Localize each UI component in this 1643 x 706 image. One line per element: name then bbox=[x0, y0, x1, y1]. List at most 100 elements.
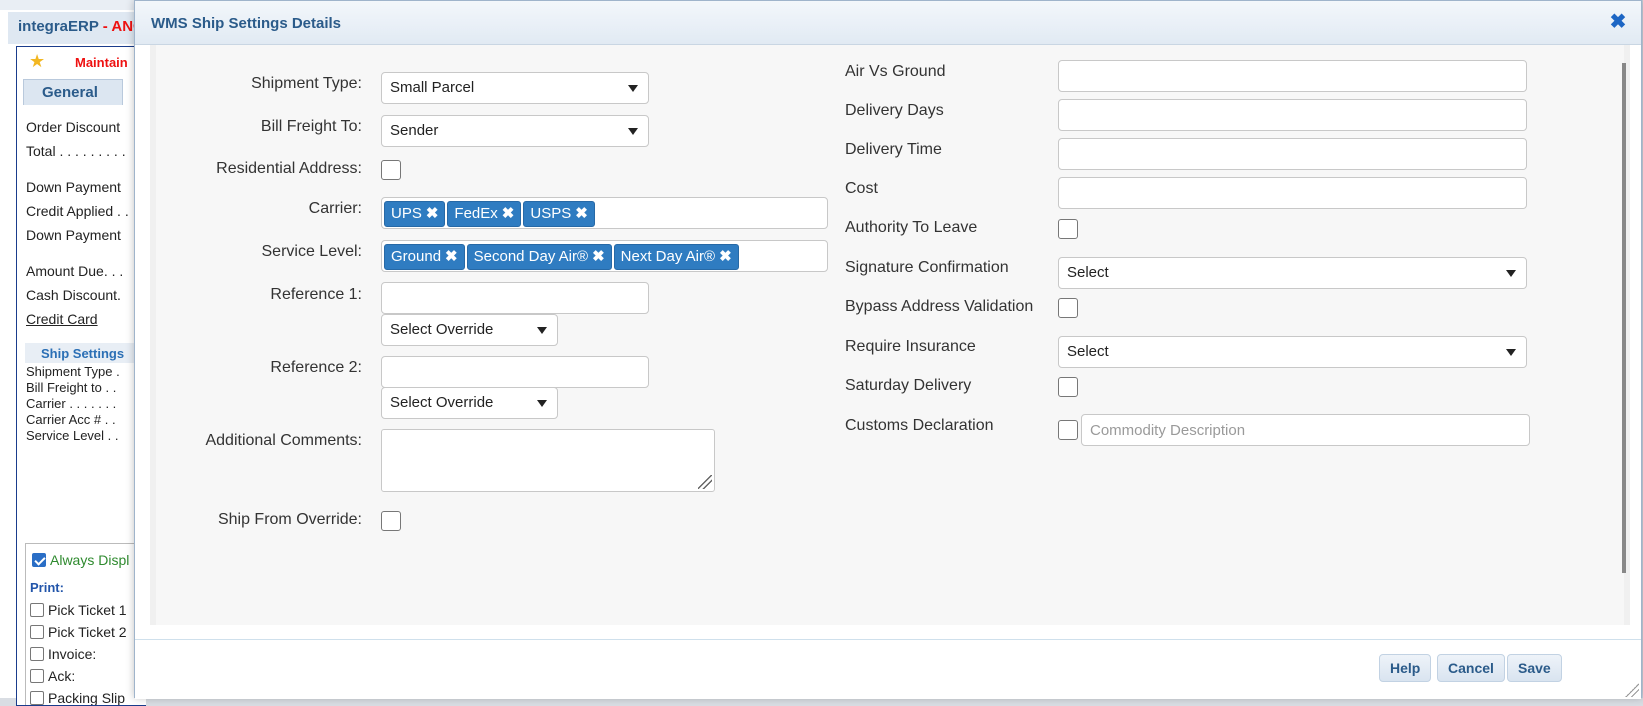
resize-handle-icon[interactable] bbox=[1625, 683, 1639, 697]
reference2-input[interactable] bbox=[381, 356, 649, 388]
reference1-input[interactable] bbox=[381, 282, 649, 314]
star-icon[interactable]: ★ bbox=[29, 51, 45, 72]
service-level-label: Service Level: bbox=[261, 243, 363, 260]
ship-row-service-level: Service Level . . bbox=[26, 428, 119, 443]
carrier-multiselect[interactable]: UPS ✖ FedEx ✖ USPS ✖ bbox=[381, 197, 828, 229]
always-display-option[interactable]: Always Displ bbox=[32, 552, 129, 568]
app-title-text: integraERP bbox=[18, 18, 99, 35]
tag-label: FedEx bbox=[454, 205, 498, 222]
bill-freight-label: Bill Freight To: bbox=[260, 118, 362, 135]
tag-label: Second Day Air® bbox=[473, 248, 589, 265]
print-item-label: Packing Slip bbox=[48, 690, 126, 706]
commodity-description-input[interactable] bbox=[1081, 414, 1530, 446]
ship-settings-dialog: WMS Ship Settings Details ✖ Shipment Typ… bbox=[134, 0, 1642, 699]
print-item-label: Pick Ticket 1 bbox=[48, 602, 127, 618]
print-item-label: Invoice: bbox=[48, 646, 97, 662]
cancel-button[interactable]: Cancel bbox=[1437, 654, 1505, 682]
require-insurance-value: Select bbox=[1067, 343, 1109, 360]
require-insurance-select[interactable]: Select bbox=[1058, 336, 1527, 368]
remove-icon[interactable]: ✖ bbox=[575, 205, 588, 222]
checkbox[interactable] bbox=[30, 603, 44, 617]
dialog-header[interactable]: WMS Ship Settings Details ✖ bbox=[135, 1, 1641, 45]
chevron-down-icon bbox=[537, 327, 547, 334]
tag-label: UPS bbox=[391, 205, 422, 222]
print-item-pick-ticket-1[interactable]: Pick Ticket 1 bbox=[30, 602, 127, 618]
print-item-pick-ticket-2[interactable]: Pick Ticket 2 bbox=[30, 624, 127, 640]
cost-input[interactable] bbox=[1058, 177, 1527, 209]
maintain-label: Maintain bbox=[75, 55, 128, 70]
saturday-delivery-checkbox[interactable] bbox=[1058, 377, 1078, 397]
service-tag-ground: Ground ✖ bbox=[384, 244, 465, 270]
residential-address-checkbox[interactable] bbox=[381, 160, 401, 180]
customs-declaration-checkbox[interactable] bbox=[1058, 420, 1078, 440]
tag-label: Next Day Air® bbox=[620, 248, 716, 265]
carrier-tag-ups: UPS ✖ bbox=[384, 201, 446, 227]
scrollbar[interactable] bbox=[1622, 63, 1626, 573]
chevron-down-icon bbox=[628, 85, 638, 92]
residential-address-label: Residential Address: bbox=[216, 160, 362, 177]
authority-to-leave-label: Authority To Leave bbox=[845, 219, 978, 236]
signature-confirmation-value: Select bbox=[1067, 264, 1109, 281]
dialog-body: Shipment Type: Small Parcel Bill Freight… bbox=[150, 45, 1630, 625]
tab-general[interactable]: General bbox=[23, 79, 123, 105]
chevron-down-icon bbox=[537, 400, 547, 407]
checkbox[interactable] bbox=[30, 647, 44, 661]
print-item-label: Pick Ticket 2 bbox=[48, 624, 127, 640]
bypass-address-validation-checkbox[interactable] bbox=[1058, 298, 1078, 318]
credit-card-link[interactable]: Credit Card bbox=[26, 311, 98, 327]
bill-freight-select[interactable]: Sender bbox=[381, 115, 649, 147]
signature-confirmation-label: Signature Confirmation bbox=[845, 259, 1009, 276]
tag-label: USPS bbox=[530, 205, 572, 222]
always-display-label: Always Displ bbox=[50, 552, 130, 568]
delivery-time-input[interactable] bbox=[1058, 138, 1527, 170]
require-insurance-label: Require Insurance bbox=[845, 338, 976, 355]
remove-icon[interactable]: ✖ bbox=[445, 248, 458, 265]
service-tag-second-day-air: Second Day Air® ✖ bbox=[466, 244, 612, 270]
bypass-address-validation-label: Bypass Address Validation bbox=[845, 298, 1034, 315]
additional-comments-textarea[interactable] bbox=[381, 429, 715, 492]
carrier-tag-usps: USPS ✖ bbox=[523, 201, 595, 227]
ship-row-carrier-acc: Carrier Acc # . . bbox=[26, 412, 116, 427]
close-icon[interactable]: ✖ bbox=[1607, 11, 1629, 33]
reference2-override-select[interactable]: Select Override bbox=[381, 387, 558, 419]
resize-handle-icon[interactable] bbox=[698, 475, 712, 489]
service-tag-next-day-air: Next Day Air® ✖ bbox=[613, 244, 739, 270]
background-panel: ★ Maintain General Order Discount Total … bbox=[16, 46, 146, 706]
remove-icon[interactable]: ✖ bbox=[719, 248, 732, 265]
signature-confirmation-select[interactable]: Select bbox=[1058, 257, 1527, 289]
checkbox[interactable] bbox=[30, 625, 44, 639]
service-level-multiselect[interactable]: Ground ✖ Second Day Air® ✖ Next Day Air® ✖ bbox=[381, 240, 828, 272]
ship-from-override-checkbox[interactable] bbox=[381, 511, 401, 531]
always-display-checkbox[interactable] bbox=[32, 553, 46, 567]
remove-icon[interactable]: ✖ bbox=[502, 205, 515, 222]
remove-icon[interactable]: ✖ bbox=[592, 248, 605, 265]
reference1-override-select[interactable]: Select Override bbox=[381, 314, 558, 346]
print-item-invoice[interactable]: Invoice: bbox=[30, 646, 96, 662]
help-button[interactable]: Help bbox=[1379, 654, 1432, 682]
checkbox[interactable] bbox=[30, 669, 44, 683]
customs-declaration-label: Customs Declaration bbox=[845, 417, 994, 434]
carrier-tag-fedex: FedEx ✖ bbox=[447, 201, 522, 227]
ship-row-carrier: Carrier . . . . . . . bbox=[26, 396, 117, 411]
ship-settings-section: Ship Settings bbox=[25, 343, 146, 363]
delivery-days-label: Delivery Days bbox=[845, 102, 944, 119]
checkbox[interactable] bbox=[30, 691, 44, 705]
shipment-type-select[interactable]: Small Parcel bbox=[381, 72, 649, 104]
total-label: Total . . . . . . . . . bbox=[26, 143, 126, 159]
bill-freight-value: Sender bbox=[390, 122, 439, 139]
delivery-days-input[interactable] bbox=[1058, 99, 1527, 131]
print-options-box: Always Displ Print: Pick Ticket 1 Pick T… bbox=[25, 543, 146, 706]
authority-to-leave-checkbox[interactable] bbox=[1058, 219, 1078, 239]
save-button[interactable]: Save bbox=[1507, 654, 1562, 682]
tag-label: Ground bbox=[391, 248, 442, 265]
carrier-label: Carrier: bbox=[308, 200, 362, 217]
shipment-type-label: Shipment Type: bbox=[251, 75, 362, 92]
print-item-label: Ack: bbox=[48, 668, 76, 684]
print-item-packing-slip[interactable]: Packing Slip bbox=[30, 690, 126, 706]
print-item-ack[interactable]: Ack: bbox=[30, 668, 75, 684]
air-vs-ground-label: Air Vs Ground bbox=[845, 63, 946, 80]
air-vs-ground-input[interactable] bbox=[1058, 60, 1527, 92]
remove-icon[interactable]: ✖ bbox=[426, 205, 439, 222]
order-discount-label: Order Discount bbox=[26, 119, 121, 135]
saturday-delivery-label: Saturday Delivery bbox=[845, 377, 972, 394]
